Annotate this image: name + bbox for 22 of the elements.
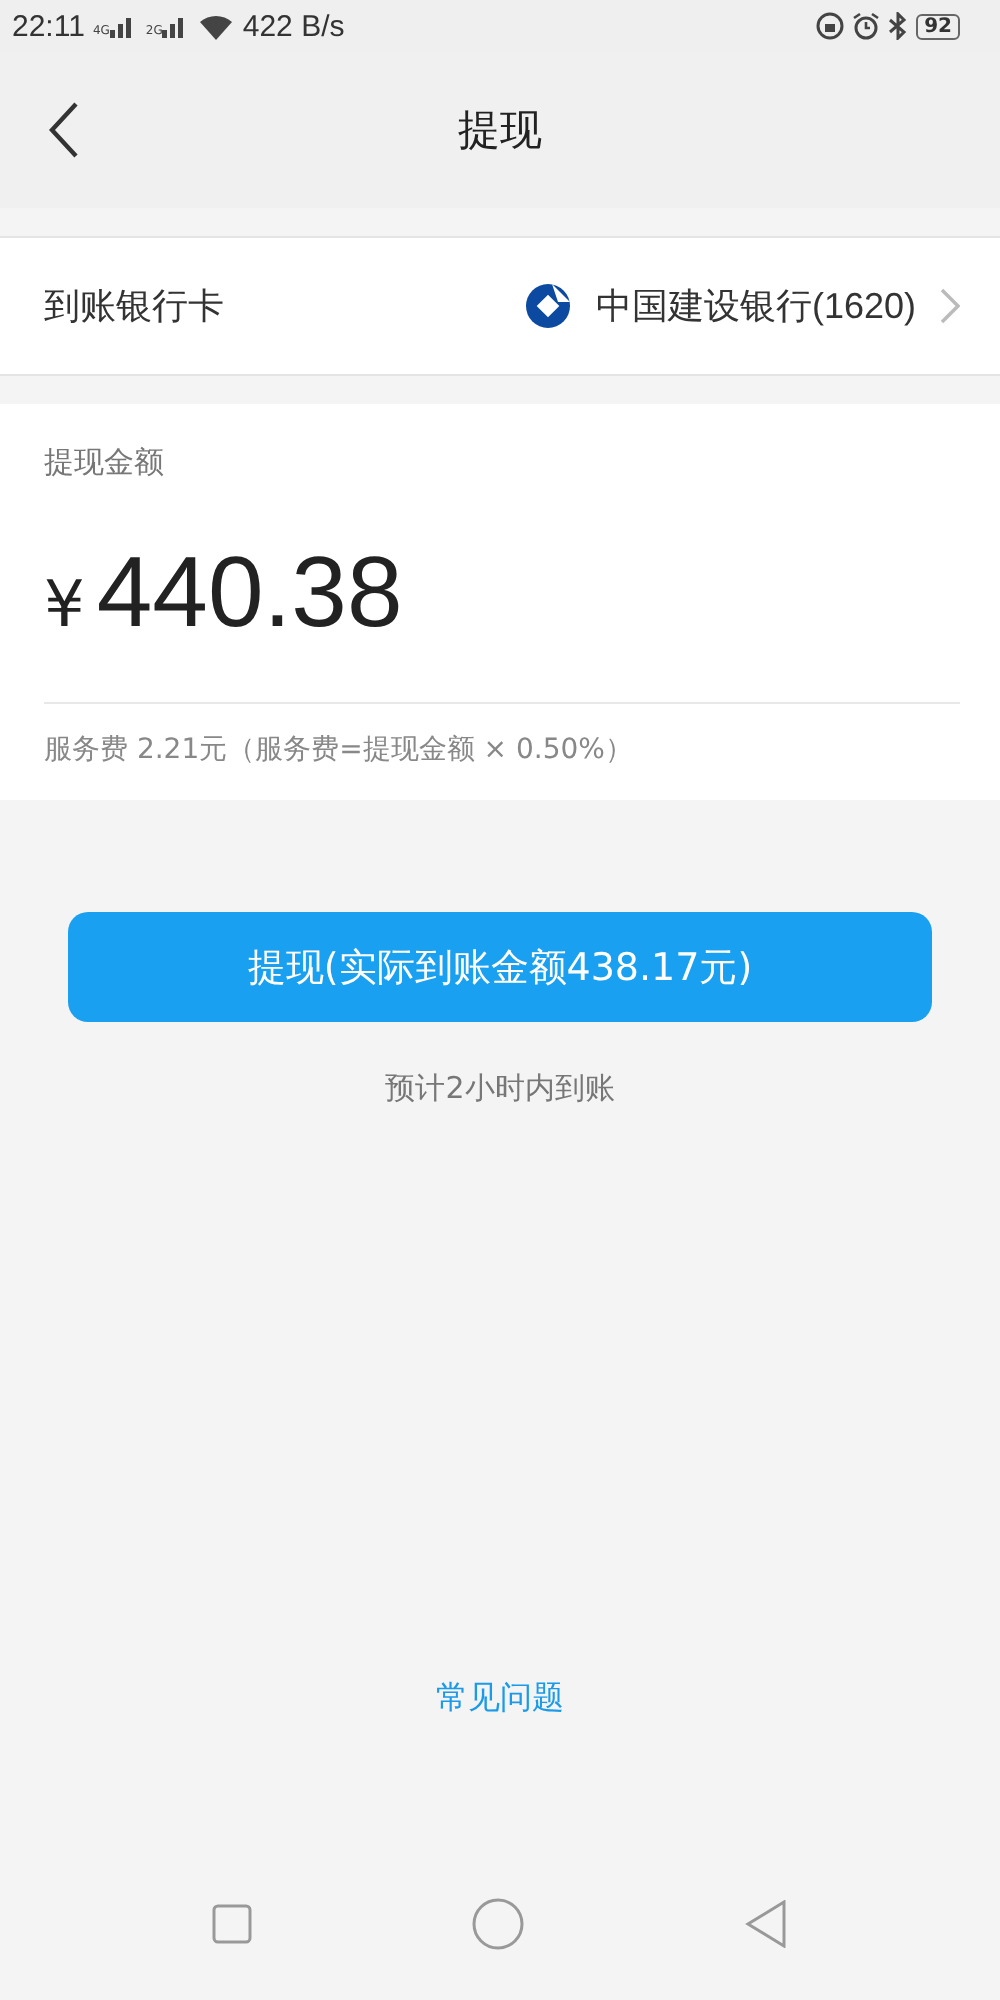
fee-note: 服务费 2.21元（服务费=提现金额 × 0.50%）: [44, 732, 635, 768]
recents-icon[interactable]: [212, 1904, 252, 1944]
network-speed: 422 B/s: [242, 9, 345, 43]
chevron-icon: [940, 288, 960, 324]
bluetooth-icon: [888, 12, 909, 40]
amount-label: 提现金额: [44, 444, 166, 482]
bank-logo-icon: [523, 282, 572, 330]
battery-indicator: 92: [916, 13, 960, 39]
wifi-icon: [198, 12, 235, 40]
home-icon[interactable]: [472, 1898, 524, 1950]
page-title: 提现: [458, 104, 542, 158]
lock-icon: [816, 12, 845, 40]
back-icon[interactable]: [48, 102, 80, 158]
status-time: 22:11: [12, 9, 85, 43]
bank-name: 中国建设银行(1620): [595, 284, 916, 330]
bank-card-label: 到账银行卡: [44, 284, 224, 330]
amount-value[interactable]: 440.38: [96, 534, 403, 650]
back-triangle-icon[interactable]: [744, 1900, 788, 1948]
arrival-note: 预计2小时内到账: [385, 1070, 615, 1108]
bank-card-row[interactable]: 到账银行卡 中国建设银行(1620): [0, 236, 1000, 376]
alarm-icon: [852, 12, 881, 40]
currency-symbol: ¥: [44, 566, 85, 642]
